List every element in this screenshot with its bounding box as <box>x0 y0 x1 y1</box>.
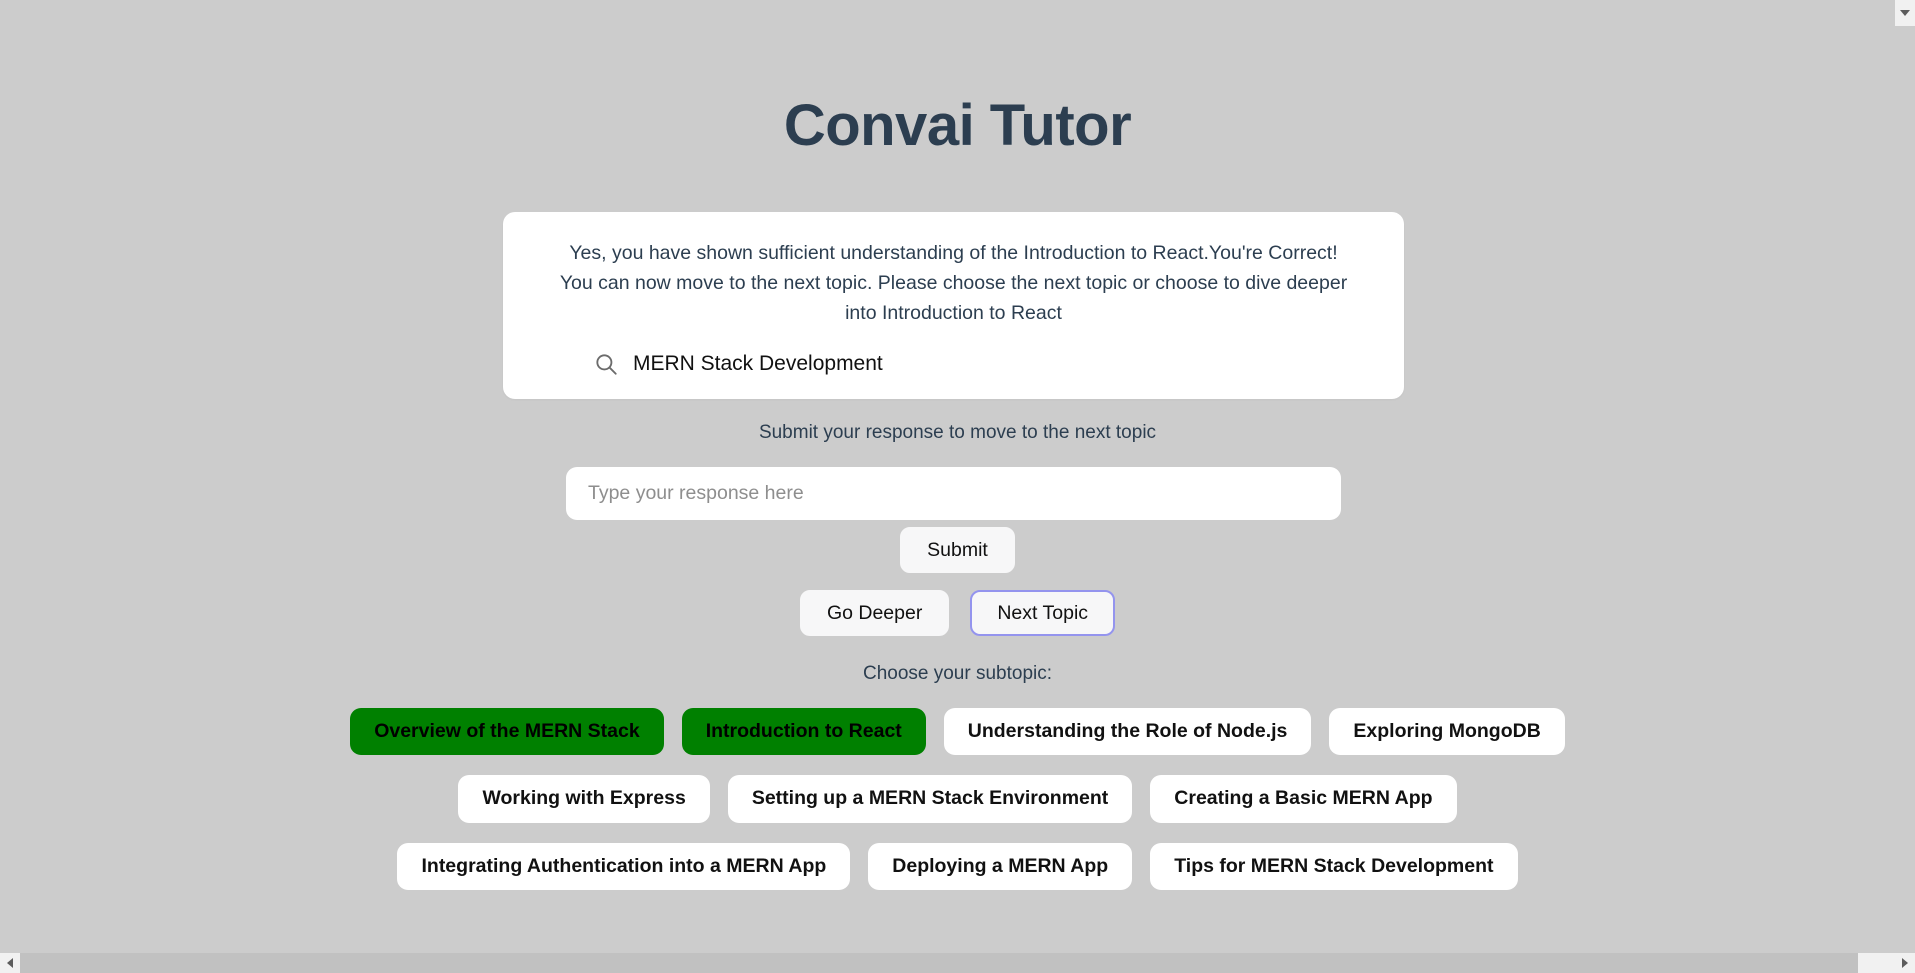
subtopic-chip[interactable]: Overview of the MERN Stack <box>350 708 664 756</box>
go-deeper-button[interactable]: Go Deeper <box>799 590 950 637</box>
navigation-row: Go Deeper Next Topic <box>0 590 1915 637</box>
subtopic-chip[interactable]: Exploring MongoDB <box>1329 708 1565 756</box>
scroll-right-arrow[interactable] <box>1895 953 1915 973</box>
chevron-right-icon <box>1902 958 1908 968</box>
vertical-scroll-up-arrow[interactable] <box>1895 0 1915 26</box>
feedback-message: Yes, you have shown sufficient understan… <box>559 242 1348 325</box>
subtopic-chip[interactable]: Working with Express <box>458 775 710 823</box>
submit-row: Submit <box>0 527 1915 574</box>
subtopic-chip[interactable]: Integrating Authentication into a MERN A… <box>397 842 851 891</box>
feedback-card: Yes, you have shown sufficient understan… <box>503 212 1404 399</box>
subtopic-chip[interactable]: Deploying a MERN App <box>868 842 1133 891</box>
subtopic-chip[interactable]: Tips for MERN Stack Development <box>1150 842 1518 891</box>
chevron-down-icon <box>1900 10 1910 16</box>
response-input[interactable] <box>566 467 1341 520</box>
submit-button[interactable]: Submit <box>900 527 1015 574</box>
subtopic-chip[interactable]: Creating a Basic MERN App <box>1150 775 1457 823</box>
topic-search-value: MERN Stack Development <box>633 351 883 375</box>
subtopic-chip[interactable]: Understanding the Role of Node.js <box>943 708 1312 756</box>
response-input-wrapper <box>566 467 1341 520</box>
subtopic-label: Choose your subtopic: <box>862 663 1053 684</box>
subtopic-list: Overview of the MERN Stack Introduction … <box>0 708 1915 891</box>
horizontal-scrollbar[interactable] <box>0 953 1915 973</box>
subtopic-chip[interactable]: Introduction to React <box>681 708 926 756</box>
subtopic-chip[interactable]: Setting up a MERN Stack Environment <box>727 775 1133 823</box>
chevron-left-icon <box>7 958 13 968</box>
scrollbar-track[interactable] <box>20 953 1895 973</box>
scroll-left-arrow[interactable] <box>0 953 20 973</box>
topic-search-row[interactable]: MERN Stack Development <box>529 329 1378 399</box>
next-topic-button[interactable]: Next Topic <box>970 590 1116 637</box>
response-prompt-label: Submit your response to move to the next… <box>758 422 1157 443</box>
app-root: Convai Tutor Yes, you have shown suffici… <box>0 0 1915 973</box>
search-icon <box>593 351 619 377</box>
scrollbar-thumb[interactable] <box>20 953 1858 973</box>
page-title: Convai Tutor <box>783 93 1132 158</box>
